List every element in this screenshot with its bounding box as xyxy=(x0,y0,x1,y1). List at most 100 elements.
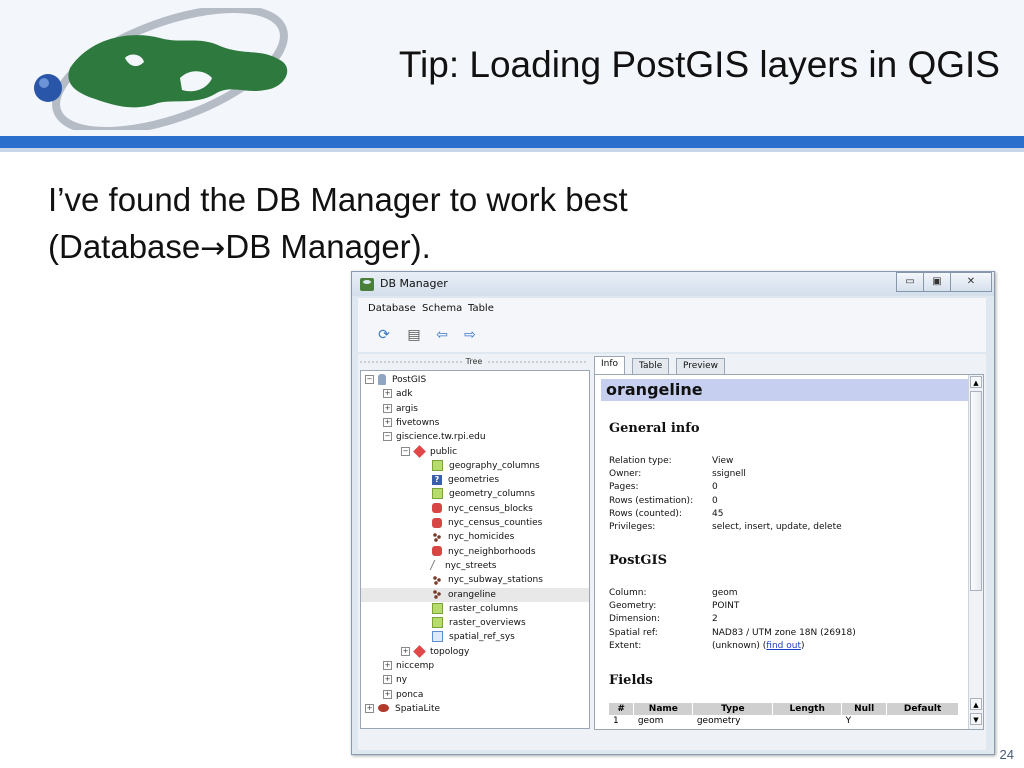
refresh-icon[interactable]: ⟳ xyxy=(374,326,394,344)
tree-item[interactable]: − giscience.tw.rpi.edu xyxy=(361,430,589,444)
collapse-icon[interactable]: − xyxy=(383,432,392,442)
table-row[interactable]: 1 geom geometry Y xyxy=(609,715,959,727)
expand-icon[interactable]: + xyxy=(383,417,392,427)
tree-item-label: argis xyxy=(396,403,418,414)
sql-window-icon[interactable]: ▤ xyxy=(404,326,424,344)
expand-icon[interactable]: + xyxy=(383,389,392,399)
tree-item[interactable]: nyc_neighborhoods xyxy=(361,545,589,559)
close-button[interactable]: ✕ xyxy=(950,272,992,292)
expand-icon[interactable]: + xyxy=(383,661,392,670)
tree-item[interactable]: + ny xyxy=(361,673,589,687)
table-cell: Y xyxy=(845,716,852,726)
import-layer-icon[interactable]: ⇦ xyxy=(432,326,452,344)
tree-item-label: raster_columns xyxy=(449,603,518,614)
restore-button[interactable]: ▣ xyxy=(923,272,951,292)
info-vertical-scrollbar[interactable]: ▲ ▲ ▼ xyxy=(968,375,983,729)
info-panel: orangeline General info Relation type: Vi… xyxy=(594,374,984,730)
scroll-thumb[interactable] xyxy=(970,391,982,591)
database-tree[interactable]: − PostGIS + adk + argis + fivetowns − giscience.t… xyxy=(360,370,590,729)
info-key: Rows (counted): xyxy=(609,508,682,519)
arrow-icon: → xyxy=(200,231,226,266)
info-value-text: NAD83 / UTM zone 18N (26918) xyxy=(712,627,856,638)
tree-item[interactable]: nyc_subway_stations xyxy=(361,573,589,587)
tree-item[interactable]: + fivetowns xyxy=(361,416,589,430)
menu-table[interactable]: Table xyxy=(468,303,494,314)
info-key: Column: xyxy=(609,588,647,598)
body-line-2-post: DB Manager). xyxy=(225,228,431,265)
tab-info[interactable]: Info xyxy=(594,356,626,375)
info-key: Owner: xyxy=(609,469,642,480)
tab-table[interactable]: Table xyxy=(632,358,670,374)
tree-item[interactable]: geometry_columns xyxy=(361,487,589,501)
expand-icon[interactable]: + xyxy=(401,646,410,656)
postgis-heading: PostGIS xyxy=(609,553,667,568)
tree-item[interactable]: + niccemp xyxy=(361,659,589,673)
tree-item[interactable]: nyc_streets xyxy=(361,559,589,573)
tree-item[interactable]: + topology xyxy=(361,644,589,659)
tree-item-label: fivetowns xyxy=(396,417,440,428)
info-value: 2 xyxy=(712,613,718,626)
body-line-2-pre: (Database xyxy=(48,228,201,265)
fields-column-header[interactable]: Type xyxy=(692,703,774,715)
tree-item[interactable]: orangeline xyxy=(361,587,589,602)
q-layer-icon: ? xyxy=(432,474,442,485)
view-layer-icon xyxy=(432,459,443,471)
info-key: Relation type: xyxy=(609,456,672,466)
fields-column-header[interactable]: # xyxy=(609,703,635,715)
info-row: Rows (estimation): 0 xyxy=(609,495,959,508)
tree-item[interactable]: + SpatiaLite xyxy=(361,702,589,716)
tree-item[interactable]: nyc_homicides xyxy=(361,530,589,544)
table-cell xyxy=(887,715,959,727)
expand-icon[interactable]: + xyxy=(383,675,392,685)
header-divider-shadow xyxy=(0,148,1024,152)
scroll-up-icon-lower[interactable]: ▲ xyxy=(970,698,982,710)
tree-item-label: raster_overviews xyxy=(449,618,526,629)
info-key: Geometry: xyxy=(609,601,657,612)
expand-icon[interactable]: + xyxy=(383,689,392,699)
menu-database[interactable]: Database xyxy=(368,303,416,314)
fields-column-header[interactable]: Null xyxy=(841,703,888,715)
collapse-icon[interactable]: − xyxy=(401,446,410,456)
tab-preview[interactable]: Preview xyxy=(676,358,726,374)
info-key: Privileges: xyxy=(609,522,656,532)
page-number: 24 xyxy=(999,747,1014,762)
tree-item[interactable]: + argis xyxy=(361,402,589,416)
scroll-down-icon[interactable]: ▼ xyxy=(970,713,982,725)
info-value: geom xyxy=(712,587,738,600)
collapse-icon[interactable]: − xyxy=(365,375,374,384)
fields-column-header[interactable]: Length xyxy=(772,703,843,715)
fields-column-header[interactable]: Default xyxy=(886,703,959,715)
tree-item[interactable]: + ponca xyxy=(361,688,589,702)
info-row: Pages: 0 xyxy=(609,481,959,494)
info-value-text: ssignell xyxy=(712,469,746,480)
tree-item[interactable]: + adk xyxy=(361,387,589,401)
tree-item[interactable]: raster_overviews xyxy=(361,616,589,630)
expand-icon[interactable]: + xyxy=(365,703,374,713)
table-cell xyxy=(773,715,842,727)
export-layer-icon[interactable]: ⇨ xyxy=(460,326,480,344)
tree-item[interactable]: spatial_ref_sys xyxy=(361,630,589,644)
expand-icon[interactable]: + xyxy=(383,403,392,413)
tree-item[interactable]: − PostGIS xyxy=(361,373,589,387)
scroll-up-icon[interactable]: ▲ xyxy=(970,376,982,388)
tree-item[interactable]: − public xyxy=(361,444,589,459)
info-value-text: View xyxy=(712,456,734,466)
find-out-link[interactable]: find out xyxy=(766,641,801,651)
minimize-button[interactable]: ▭ xyxy=(896,272,924,292)
window-titlebar[interactable]: DB Manager ▭ ▣ ✕ xyxy=(352,272,994,296)
info-row: Spatial ref: NAD83 / UTM zone 18N (26918) xyxy=(609,627,959,640)
tree-item-label: geometries xyxy=(448,475,500,486)
info-row: Rows (counted): 45 xyxy=(609,508,959,521)
tree-item[interactable]: nyc_census_counties xyxy=(361,516,589,530)
tree-item[interactable]: ? geometries xyxy=(361,473,589,487)
schema-layer-icon xyxy=(413,444,426,458)
menu-schema[interactable]: Schema xyxy=(422,303,462,314)
tree-item[interactable]: nyc_census_blocks xyxy=(361,502,589,516)
info-key: Rows (estimation): xyxy=(609,495,694,506)
tree-item[interactable]: raster_columns xyxy=(361,602,589,616)
fields-column-header[interactable]: Name xyxy=(633,703,694,715)
info-row: Dimension: 2 xyxy=(609,613,959,626)
tree-item[interactable]: geography_columns xyxy=(361,459,589,473)
info-row: Column: geom xyxy=(609,587,959,600)
pts-layer-icon xyxy=(432,574,442,585)
